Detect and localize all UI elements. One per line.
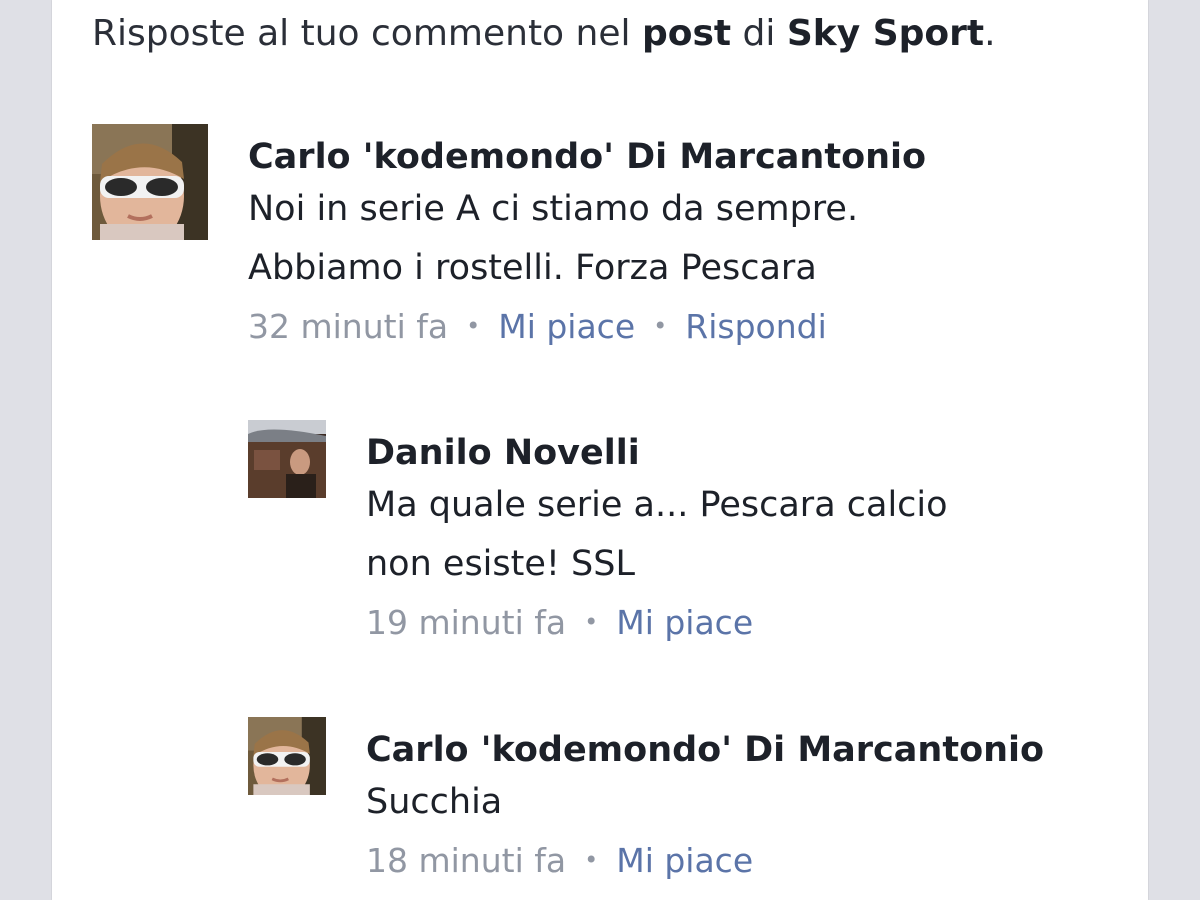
comment-author[interactable]: Carlo 'kodemondo' Di Marcantonio <box>248 134 1128 180</box>
reply-timestamp[interactable]: 18 minuti fa <box>366 841 566 880</box>
reply-body: Danilo Novelli Ma quale serie a... Pesca… <box>366 430 1126 649</box>
reply-meta: 19 minuti fa • Mi piace <box>366 600 1126 649</box>
header-prefix: Risposte al tuo commento nel <box>92 13 642 54</box>
header-suffix: . <box>984 13 996 54</box>
like-button[interactable]: Mi piace <box>616 841 753 880</box>
reply-text-line: Succhia <box>366 782 503 822</box>
comment-text-line: Abbiamo i rostelli. Forza Pescara <box>248 248 817 288</box>
like-button[interactable]: Mi piace <box>498 307 635 346</box>
separator-dot: • <box>584 608 599 636</box>
notification-header[interactable]: Risposte al tuo commento nel post di Sky… <box>92 12 996 56</box>
comment-timestamp[interactable]: 32 minuti fa <box>248 307 448 346</box>
reply-text: Succhia <box>366 773 1146 832</box>
reply-text: Ma quale serie a... Pescara calcio non e… <box>366 476 1126 594</box>
notification-card: Risposte al tuo commento nel post di Sky… <box>52 0 1148 900</box>
post-link[interactable]: post <box>642 13 731 54</box>
separator-dot: • <box>466 312 481 340</box>
comment-text-line: Noi in serie A ci stiamo da sempre. <box>248 189 859 229</box>
reply-timestamp[interactable]: 19 minuti fa <box>366 603 566 642</box>
page-name-link[interactable]: Sky Sport <box>787 13 984 54</box>
avatar-photo-icon <box>248 717 326 795</box>
reply-text-line: non esiste! SSL <box>366 544 635 584</box>
separator-dot: • <box>653 312 668 340</box>
avatar[interactable] <box>248 717 326 795</box>
reply-meta: 18 minuti fa • Mi piace <box>366 838 1146 887</box>
avatar[interactable] <box>248 420 326 498</box>
comment-body: Carlo 'kodemondo' Di Marcantonio Noi in … <box>248 134 1128 353</box>
like-button[interactable]: Mi piace <box>616 603 753 642</box>
avatar[interactable] <box>92 124 208 240</box>
header-middle: di <box>731 13 787 54</box>
reply-author[interactable]: Carlo 'kodemondo' Di Marcantonio <box>366 727 1146 773</box>
reply-body: Carlo 'kodemondo' Di Marcantonio Succhia… <box>366 727 1146 887</box>
avatar-photo-icon <box>92 124 208 240</box>
comment-text: Noi in serie A ci stiamo da sempre. Abbi… <box>248 180 1128 298</box>
reply-author[interactable]: Danilo Novelli <box>366 430 1126 476</box>
reply-text-line: Ma quale serie a... Pescara calcio <box>366 485 948 525</box>
avatar-photo-icon <box>248 420 326 498</box>
separator-dot: • <box>584 846 599 874</box>
reply-button[interactable]: Rispondi <box>685 307 826 346</box>
comment-meta: 32 minuti fa • Mi piace • Rispondi <box>248 304 1128 353</box>
